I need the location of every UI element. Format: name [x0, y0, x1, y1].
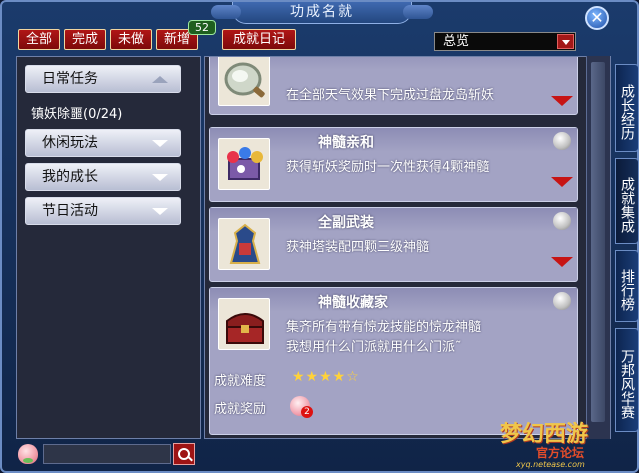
armor-icon — [218, 218, 270, 270]
category-my-growth[interactable]: 我的成长 — [25, 163, 181, 191]
expand-arrow-icon[interactable] — [551, 96, 573, 106]
search-row — [16, 443, 196, 465]
expand-arrow-icon[interactable] — [551, 257, 573, 267]
watermark-url: xyq.netease.com — [516, 460, 585, 469]
achievement-desc: 获得斩妖奖励时一次性获得4颗神髓 — [286, 160, 490, 175]
category-daily-tasks[interactable]: 日常任务 — [25, 65, 181, 93]
achievement-card[interactable]: 神髓亲和 获得斩妖奖励时一次性获得4颗神髓 — [209, 127, 578, 202]
search-button[interactable] — [173, 443, 195, 465]
achievement-title: 神髓收藏家 — [318, 295, 388, 311]
category-panel: 日常任务 镇妖除噩(0/24) 休闲玩法 我的成长 节日活动 — [16, 56, 201, 439]
achievement-list: 在全部天气效果下完成过盘龙岛斩妖 神髓亲和 获得斩妖奖励时一次性获得4颗神髓 全… — [204, 56, 611, 439]
category-festival[interactable]: 节日活动 — [25, 197, 181, 225]
subcategory-demon-suppression[interactable]: 镇妖除噩(0/24) — [31, 103, 122, 122]
difficulty-stars: ★★★★☆ — [292, 369, 360, 385]
achievement-window: 功成名就 ✕ 全部 完成 未做 新增 52 成就日记 总览 日常任务 镇妖除噩(… — [0, 0, 639, 473]
chevron-down-icon[interactable] — [557, 34, 574, 49]
achievement-desc: 集齐所有带有惊龙技能的惊龙神髓 — [286, 320, 482, 335]
side-tab-achievement-collection[interactable]: 成就集成 — [615, 158, 639, 244]
achievement-card-expanded[interactable]: 神髓收藏家 集齐所有带有惊龙技能的惊龙神髓 我想用什么门派就用什么门派˜ 成就难… — [209, 287, 578, 435]
status-orb-icon — [553, 212, 571, 230]
new-count-badge: 52 — [188, 20, 216, 35]
achievement-card[interactable]: 全副武装 获神塔装配四颗三级神髓 — [209, 207, 578, 282]
close-button[interactable]: ✕ — [585, 6, 609, 30]
chevron-down-icon — [152, 174, 168, 181]
chevron-down-icon — [152, 140, 168, 147]
category-leisure[interactable]: 休闲玩法 — [25, 129, 181, 157]
achievement-title: 神髓亲和 — [318, 135, 374, 151]
list-scrollbar[interactable] — [586, 56, 610, 439]
status-orb-icon — [553, 292, 571, 310]
category-label: 节日活动 — [42, 203, 98, 219]
category-label: 休闲玩法 — [42, 135, 98, 151]
window-title: 功成名就 — [211, 2, 433, 24]
watermark-sub: 官方论坛 — [536, 446, 585, 460]
tab-completed[interactable]: 完成 — [64, 29, 106, 50]
achievement-title: 全副武装 — [318, 215, 374, 231]
gem-chest-icon — [218, 138, 270, 190]
tab-not-done[interactable]: 未做 — [110, 29, 152, 50]
category-label: 日常任务 — [42, 71, 98, 87]
difficulty-label: 成就难度 — [214, 374, 267, 389]
category-label: 我的成长 — [42, 169, 98, 185]
scrollbar-thumb[interactable] — [591, 62, 605, 422]
site-watermark: 梦幻西游 官方论坛 xyq.netease.com — [500, 416, 634, 472]
side-tab-leaderboard[interactable]: 排行榜 — [615, 250, 639, 322]
peach-icon — [18, 444, 38, 464]
search-input[interactable] — [43, 444, 171, 464]
chevron-up-icon — [152, 76, 168, 83]
status-orb-icon — [553, 132, 571, 150]
treasure-chest-icon — [218, 298, 270, 350]
expand-arrow-icon[interactable] — [551, 177, 573, 187]
side-tab-growth-history[interactable]: 成长经历 — [615, 64, 639, 152]
achievement-desc: 获神塔装配四颗三级神髓 — [286, 240, 430, 255]
reward-label: 成就奖励 — [214, 402, 267, 417]
achievement-desc: 我想用什么门派就用什么门派˜ — [286, 340, 462, 355]
tab-achievement-diary[interactable]: 成就日记 — [222, 29, 296, 50]
chevron-down-icon — [152, 208, 168, 215]
achievement-desc: 在全部天气效果下完成过盘龙岛斩妖 — [286, 88, 495, 103]
reward-count-badge: 2 — [301, 406, 313, 418]
overview-select-value: 总览 — [443, 34, 470, 49]
achievement-card[interactable]: 在全部天气效果下完成过盘龙岛斩妖 — [209, 57, 578, 115]
overview-select[interactable]: 总览 — [434, 32, 576, 51]
tab-all[interactable]: 全部 — [18, 29, 60, 50]
mirror-icon — [218, 57, 270, 106]
